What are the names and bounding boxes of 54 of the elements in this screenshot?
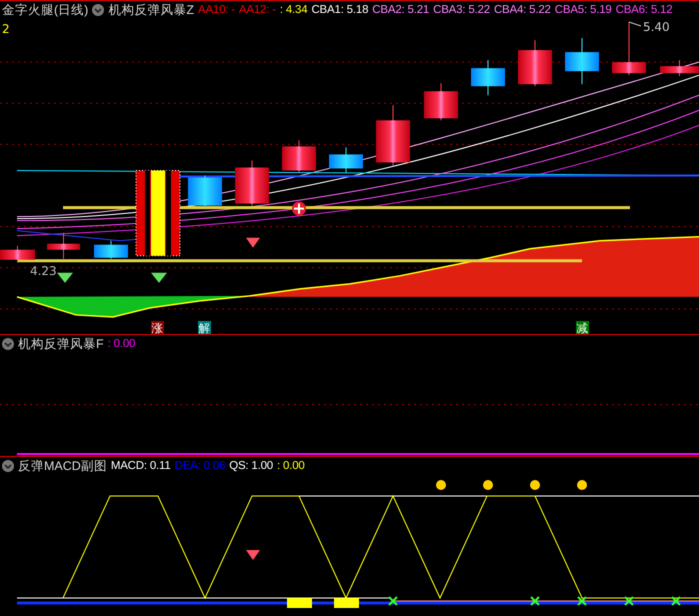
cross-icon [577, 596, 587, 606]
candlestick [235, 160, 269, 206]
candlestick [565, 38, 599, 85]
candlestick [0, 245, 35, 264]
indicator-value: : 0.00 [108, 338, 136, 350]
signal-badge: 解 [198, 320, 211, 334]
candlestick [660, 60, 699, 77]
indicator-value: CBA4: 5.22 [494, 4, 551, 16]
indicator-title: 机构反弹风暴F [18, 336, 104, 352]
candlestick [471, 60, 505, 96]
indicator-value: CBA3: 5.22 [433, 4, 490, 16]
indicator-value: CBA6: 5.12 [616, 4, 672, 16]
signal-badge: 涨 [151, 320, 164, 334]
low-price-label: 4.23 [30, 264, 57, 278]
corner-label: 2 [2, 22, 10, 36]
plus-circle-icon [292, 202, 306, 216]
dot-icon [530, 480, 540, 490]
candlestick [188, 175, 222, 208]
candlestick [282, 140, 316, 173]
dot-icon [436, 480, 446, 490]
dot-icon [483, 480, 493, 490]
candlestick [329, 146, 363, 173]
collapse-icon[interactable] [92, 4, 104, 16]
cross-icon [624, 596, 634, 606]
candlestick [94, 240, 128, 260]
bar-block [287, 598, 312, 608]
indicator-value: MACD: 0.11 [110, 460, 171, 472]
cross-icon [530, 596, 540, 606]
indicator-value: QS: 1.00 [229, 460, 274, 472]
candlestick [47, 232, 80, 260]
indicator-value: AA10: - [198, 4, 235, 16]
indicator-value: CBA2: 5.21 [372, 4, 430, 16]
high-price-marker [628, 22, 642, 27]
cross-icon [388, 596, 398, 606]
indicator-value: CBA1: 5.18 [311, 4, 368, 16]
cross-icon [671, 596, 681, 606]
bar-block [334, 598, 359, 608]
signal-badge: 减 [576, 320, 589, 334]
collapse-icon[interactable] [2, 460, 14, 472]
indicator-value: AA12: - [238, 4, 276, 16]
candlestick [518, 40, 552, 87]
candlestick [612, 22, 646, 76]
dot-icon [577, 480, 587, 490]
indicator-value: : 4.34 [280, 4, 308, 16]
indicator-value: DEA: 0.06 [174, 460, 226, 472]
indicator-value: CBA5: 5.19 [554, 4, 612, 16]
indicator-value: : 0.00 [277, 460, 305, 472]
stock-title: 金字火腿(日线) [2, 2, 88, 18]
high-price-label: 5.40 [643, 20, 670, 34]
collapse-icon[interactable] [2, 338, 14, 350]
candlestick [424, 82, 458, 121]
candlestick [376, 104, 410, 166]
indicator-title: 反弹MACD副图 [18, 458, 107, 474]
indicator-title: 机构反弹风暴Z [108, 2, 194, 18]
